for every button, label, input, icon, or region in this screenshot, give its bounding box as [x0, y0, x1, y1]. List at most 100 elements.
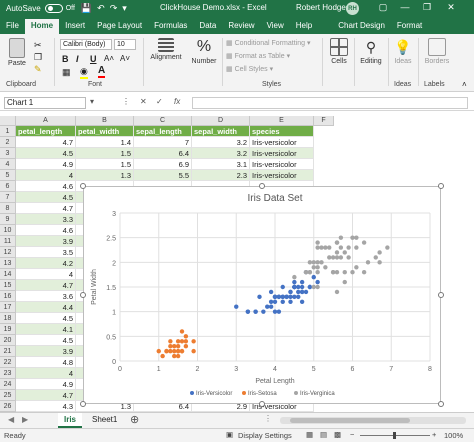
tab-insert[interactable]: Insert — [59, 19, 91, 34]
table-cell[interactable]: 3.6 — [16, 291, 76, 302]
row-header[interactable]: 21 — [0, 346, 16, 357]
column-header[interactable]: C — [134, 116, 192, 126]
normal-view-icon[interactable]: ▦ — [306, 430, 313, 439]
row-header[interactable]: 4 — [0, 159, 16, 170]
row-header[interactable]: 23 — [0, 368, 16, 379]
tab-chart-design[interactable]: Chart Design — [332, 19, 391, 34]
table-cell[interactable]: 4 — [16, 368, 76, 379]
fill-color-icon[interactable]: ◉ — [80, 66, 88, 79]
italic-button[interactable]: I — [76, 54, 79, 64]
table-cell[interactable]: 4.6 — [16, 225, 76, 236]
qat-dropdown-icon[interactable]: ▾ — [122, 3, 127, 14]
insert-function-button[interactable]: fx — [174, 97, 180, 106]
copy-icon[interactable]: ❐ — [34, 52, 42, 63]
row-header[interactable]: 11 — [0, 236, 16, 247]
scrollbar-thumb[interactable] — [290, 418, 410, 423]
name-box[interactable]: Chart 1 — [4, 97, 86, 109]
font-shrink-icon[interactable]: A˅ — [120, 54, 130, 63]
table-header-cell[interactable]: petal_length — [16, 126, 76, 137]
table-cell[interactable]: 1.5 — [76, 148, 134, 159]
row-header[interactable]: 13 — [0, 258, 16, 269]
next-sheet-icon[interactable]: ▶ — [22, 415, 28, 424]
table-header-cell[interactable]: sepal_width — [192, 126, 250, 137]
table-cell[interactable]: 4.8 — [16, 357, 76, 368]
cell-styles-button[interactable]: ▦ Cell Styles ▾ — [226, 65, 273, 73]
tab-data[interactable]: Data — [193, 19, 222, 34]
chart-resize-handle[interactable] — [259, 183, 265, 189]
chart-resize-handle[interactable] — [80, 401, 86, 407]
table-cell[interactable]: 3.1 — [192, 159, 250, 170]
font-name-select[interactable]: Calibri (Body) — [60, 39, 112, 50]
column-header[interactable]: E — [250, 116, 314, 126]
cells-button[interactable]: Cells — [326, 38, 352, 65]
conditional-formatting-button[interactable]: ▦ Conditional Formatting ▾ — [226, 39, 310, 47]
row-header[interactable]: 9 — [0, 214, 16, 225]
chart-resize-handle[interactable] — [80, 183, 86, 189]
zoom-slider[interactable] — [360, 432, 430, 439]
close-button[interactable]: ✕ — [444, 2, 458, 13]
table-cell[interactable]: 4.1 — [16, 324, 76, 335]
table-cell[interactable]: 4 — [16, 269, 76, 280]
editing-button[interactable]: ⚲ Editing — [356, 38, 386, 65]
prev-sheet-icon[interactable]: ◀ — [8, 415, 14, 424]
tab-file[interactable]: File — [0, 19, 25, 34]
font-grow-icon[interactable]: A˄ — [104, 54, 114, 63]
table-cell[interactable]: 4.7 — [16, 390, 76, 401]
table-cell[interactable]: 4.5 — [16, 148, 76, 159]
table-cell[interactable]: 4.9 — [16, 159, 76, 170]
column-header[interactable]: F — [314, 116, 334, 126]
select-all-corner[interactable] — [0, 116, 16, 126]
table-cell[interactable]: 3.3 — [16, 214, 76, 225]
row-header[interactable]: 17 — [0, 302, 16, 313]
format-painter-icon[interactable]: ✎ — [34, 64, 42, 75]
font-size-select[interactable]: 10 — [114, 39, 136, 50]
table-cell[interactable]: 7 — [134, 137, 192, 148]
enter-icon[interactable]: ✓ — [156, 97, 163, 106]
table-cell[interactable]: 4.6 — [16, 181, 76, 192]
row-header[interactable]: 14 — [0, 269, 16, 280]
table-cell[interactable]: Iris-versicolor — [250, 137, 314, 148]
chart-resize-handle[interactable] — [438, 401, 444, 407]
table-cell[interactable]: 4 — [16, 170, 76, 181]
table-cell[interactable]: 1.3 — [76, 170, 134, 181]
alignment-button[interactable]: Alignment — [146, 38, 186, 61]
row-header[interactable]: 1 — [0, 126, 16, 137]
table-cell[interactable]: 1.4 — [76, 137, 134, 148]
ribbon-display-icon[interactable]: ▢ — [376, 2, 390, 13]
bold-button[interactable]: B — [62, 54, 69, 64]
table-cell[interactable]: 4.5 — [16, 192, 76, 203]
table-cell[interactable]: 6.9 — [134, 159, 192, 170]
table-cell[interactable]: 3.9 — [16, 236, 76, 247]
tab-help[interactable]: Help — [290, 19, 318, 34]
row-header[interactable]: 19 — [0, 324, 16, 335]
sheet-tab-iris[interactable]: Iris — [58, 413, 83, 428]
table-cell[interactable]: 4.9 — [16, 379, 76, 390]
table-cell[interactable]: 1.5 — [76, 159, 134, 170]
undo-icon[interactable]: ↶ — [97, 3, 105, 14]
zoom-out-icon[interactable]: − — [350, 430, 354, 439]
row-header[interactable]: 8 — [0, 203, 16, 214]
formula-input[interactable] — [192, 97, 468, 109]
cancel-icon[interactable]: ✕ — [140, 97, 147, 106]
save-icon[interactable]: 💾 — [81, 3, 92, 14]
row-header[interactable]: 22 — [0, 357, 16, 368]
table-cell[interactable]: 5.5 — [134, 170, 192, 181]
font-color-icon[interactable]: A — [98, 65, 106, 78]
table-cell[interactable]: 4.7 — [16, 280, 76, 291]
table-cell[interactable]: 4.4 — [16, 302, 76, 313]
sheet-tab-sheet1[interactable]: Sheet1 — [86, 413, 123, 428]
row-header[interactable]: 12 — [0, 247, 16, 258]
collapse-ribbon-icon[interactable]: ˄ — [462, 80, 467, 89]
row-header[interactable]: 10 — [0, 225, 16, 236]
table-cell[interactable]: 4.2 — [16, 258, 76, 269]
page-break-icon[interactable]: ▩ — [334, 430, 341, 439]
row-header[interactable]: 15 — [0, 280, 16, 291]
paste-button[interactable]: Paste — [6, 38, 28, 67]
tab-page-layout[interactable]: Page Layout — [91, 19, 148, 34]
table-cell[interactable]: Iris-versicolor — [250, 148, 314, 159]
column-header[interactable]: A — [16, 116, 76, 126]
table-cell[interactable]: 3.2 — [192, 148, 250, 159]
zoom-level[interactable]: 100% — [444, 431, 463, 440]
table-header-cell[interactable]: petal_width — [76, 126, 134, 137]
row-header[interactable]: 25 — [0, 390, 16, 401]
